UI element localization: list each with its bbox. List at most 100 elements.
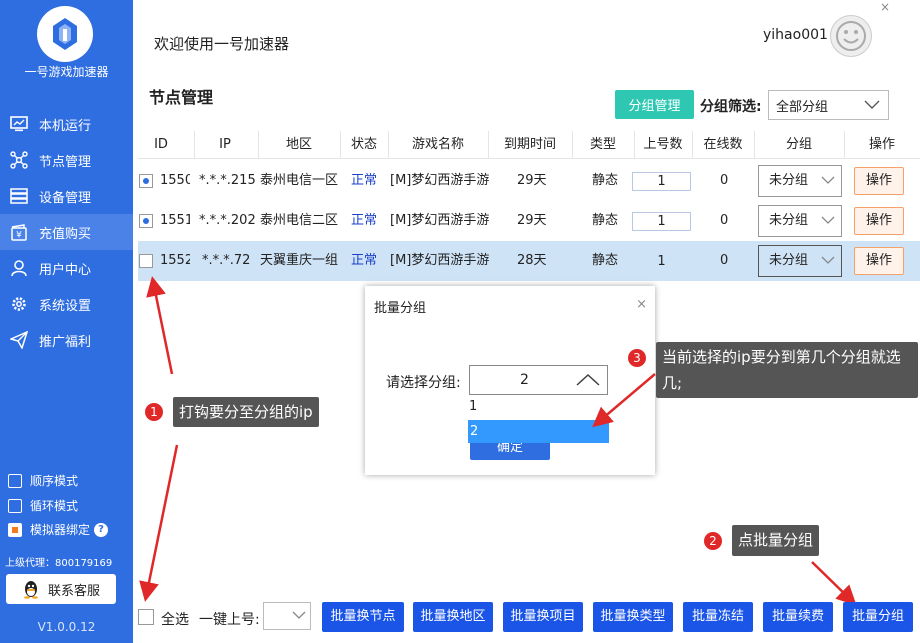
group-dropdown-value: 2 bbox=[520, 372, 529, 388]
cell-expire: 28天 bbox=[517, 253, 547, 268]
group-select[interactable]: 未分组 bbox=[758, 245, 842, 277]
chevron-down-icon bbox=[292, 611, 306, 619]
mode-loop[interactable]: 循环模式 bbox=[8, 497, 78, 514]
svg-text:¥: ¥ bbox=[16, 231, 22, 241]
emulator-bind-checkbox[interactable] bbox=[8, 522, 22, 537]
table-row[interactable]: 1552 *.*.*.72 天翼重庆一组 正常 [M]梦幻西游手游 28天 静态… bbox=[138, 241, 920, 281]
cell-region: 泰州电信二区 bbox=[260, 213, 339, 228]
sidebar-item-node-manage[interactable]: 节点管理 bbox=[0, 142, 133, 178]
batch-change-node-button[interactable]: 批量换节点 bbox=[322, 602, 404, 632]
batch-group-button[interactable]: 批量分组 bbox=[843, 602, 913, 632]
sidebar-item-user-center[interactable]: 用户中心 bbox=[0, 250, 133, 286]
agent-info: 上级代理：800179169 bbox=[5, 558, 113, 569]
sidebar-item-device-manage[interactable]: 设备管理 bbox=[0, 178, 133, 214]
cell-id: 1552 bbox=[160, 253, 190, 268]
logins-input[interactable]: 1 bbox=[632, 212, 691, 231]
group-manage-button[interactable]: 分组管理 bbox=[615, 90, 694, 119]
col-online: 在线数 bbox=[703, 137, 743, 152]
col-region: 地区 bbox=[285, 137, 312, 152]
app-name: 一号游戏加速器 bbox=[24, 65, 109, 79]
cell-status: 正常 bbox=[351, 173, 378, 188]
batch-change-project-button[interactable]: 批量换项目 bbox=[503, 602, 583, 632]
table-row[interactable]: 1551 *.*.*.202 泰州电信二区 正常 [M]梦幻西游手游 29天 静… bbox=[138, 201, 920, 241]
group-select-label: 请选择分组: bbox=[386, 375, 461, 391]
col-type: 类型 bbox=[589, 137, 616, 152]
one-key-login-label: 一键上号: bbox=[199, 612, 260, 628]
monitor-icon bbox=[10, 115, 28, 133]
logins-input[interactable]: 1 bbox=[632, 252, 691, 271]
group-select[interactable]: 未分组 bbox=[758, 165, 842, 197]
sidebar-item-settings[interactable]: 系统设置 bbox=[0, 286, 133, 322]
sidebar-item-local-run[interactable]: 本机运行 bbox=[0, 106, 133, 142]
mode-emulator-bind[interactable]: 模拟器绑定 ? bbox=[8, 521, 109, 538]
batch-change-type-button[interactable]: 批量换类型 bbox=[593, 602, 673, 632]
cell-region: 天翼重庆一组 bbox=[260, 253, 339, 268]
dialog-title: 批量分组 bbox=[374, 301, 427, 316]
chevron-up-icon bbox=[576, 373, 600, 386]
operate-button[interactable]: 操作 bbox=[854, 207, 904, 235]
cell-ip: *.*.*.215 bbox=[199, 173, 256, 188]
logins-input[interactable]: 1 bbox=[632, 172, 691, 191]
row-checkbox[interactable] bbox=[139, 214, 153, 228]
username[interactable]: yihao001 bbox=[763, 27, 828, 43]
batch-renew-button[interactable]: 批量续费 bbox=[763, 602, 833, 632]
help-icon[interactable]: ? bbox=[94, 522, 109, 537]
app-logo bbox=[37, 6, 93, 62]
sidebar-nav: 本机运行 节点管理 设备管理 ¥ 充值购买 用户中心 系统设置 推广福利 bbox=[0, 106, 133, 358]
col-id: ID bbox=[154, 137, 168, 152]
sidebar: 一号游戏加速器 本机运行 节点管理 设备管理 ¥ 充值购买 用户中心 系统设置 … bbox=[0, 0, 133, 643]
row-checkbox[interactable] bbox=[139, 254, 153, 268]
mode-label: 循环模式 bbox=[30, 499, 79, 513]
app-version: V1.0.0.12 bbox=[37, 620, 96, 634]
cell-type: 静态 bbox=[592, 253, 619, 268]
group-filter-label: 分组筛选: bbox=[700, 99, 762, 115]
dropdown-option-selected[interactable]: 2 bbox=[468, 420, 609, 443]
annotation-tip: 打钩要分至分组的ip bbox=[173, 397, 319, 427]
sidebar-item-label: 本机运行 bbox=[39, 118, 92, 134]
sidebar-item-label: 系统设置 bbox=[39, 298, 92, 314]
sidebar-item-label: 推广福利 bbox=[39, 334, 92, 350]
sidebar-item-label: 设备管理 bbox=[39, 190, 92, 206]
cell-expire: 29天 bbox=[517, 213, 547, 228]
operate-button[interactable]: 操作 bbox=[854, 167, 904, 195]
cell-online: 0 bbox=[720, 253, 729, 268]
mode-label: 模拟器绑定 bbox=[30, 523, 91, 537]
smiley-icon bbox=[836, 21, 866, 51]
group-dropdown[interactable]: 2 bbox=[469, 365, 608, 395]
sidebar-item-label: 用户中心 bbox=[39, 262, 92, 278]
gear-icon bbox=[10, 295, 28, 313]
cell-status: 正常 bbox=[351, 213, 378, 228]
sidebar-item-recharge[interactable]: ¥ 充值购买 bbox=[0, 214, 133, 250]
one-key-login-select[interactable] bbox=[263, 602, 311, 630]
batch-change-region-button[interactable]: 批量换地区 bbox=[413, 602, 493, 632]
select-all-checkbox[interactable] bbox=[138, 609, 154, 625]
sequential-checkbox[interactable] bbox=[8, 473, 22, 488]
arrow-to-select-all bbox=[139, 444, 179, 602]
group-filter-select[interactable]: 全部分组 bbox=[768, 90, 889, 120]
row-checkbox[interactable] bbox=[139, 174, 153, 188]
dropdown-option[interactable]: 1 bbox=[469, 399, 477, 414]
annotation-tip: 点批量分组 bbox=[732, 525, 820, 556]
nodes-icon bbox=[10, 151, 28, 169]
annotation-badge: 2 bbox=[704, 532, 722, 550]
loop-checkbox[interactable] bbox=[8, 498, 22, 513]
cell-ip: *.*.*.202 bbox=[199, 213, 256, 228]
contact-support-button[interactable]: 联系客服 bbox=[6, 574, 116, 604]
close-icon[interactable]: × bbox=[636, 297, 647, 312]
group-value: 未分组 bbox=[769, 253, 809, 268]
cell-game: [M]梦幻西游手游 bbox=[390, 173, 490, 188]
chevron-down-icon bbox=[821, 216, 835, 224]
qq-icon bbox=[22, 579, 40, 599]
sidebar-item-promotion[interactable]: 推广福利 bbox=[0, 322, 133, 358]
batch-freeze-button[interactable]: 批量冻结 bbox=[683, 602, 753, 632]
col-ip: IP bbox=[219, 137, 231, 152]
avatar[interactable] bbox=[830, 15, 872, 57]
group-value: 未分组 bbox=[769, 173, 809, 188]
table-row[interactable]: 1550 *.*.*.215 泰州电信一区 正常 [M]梦幻西游手游 29天 静… bbox=[138, 161, 920, 201]
select-all-label: 全选 bbox=[161, 612, 189, 628]
operate-button[interactable]: 操作 bbox=[854, 247, 904, 275]
mode-sequential[interactable]: 顺序模式 bbox=[8, 472, 78, 489]
group-select[interactable]: 未分组 bbox=[758, 205, 842, 237]
window-close-icon[interactable]: × bbox=[880, 0, 890, 14]
send-icon bbox=[10, 331, 28, 349]
